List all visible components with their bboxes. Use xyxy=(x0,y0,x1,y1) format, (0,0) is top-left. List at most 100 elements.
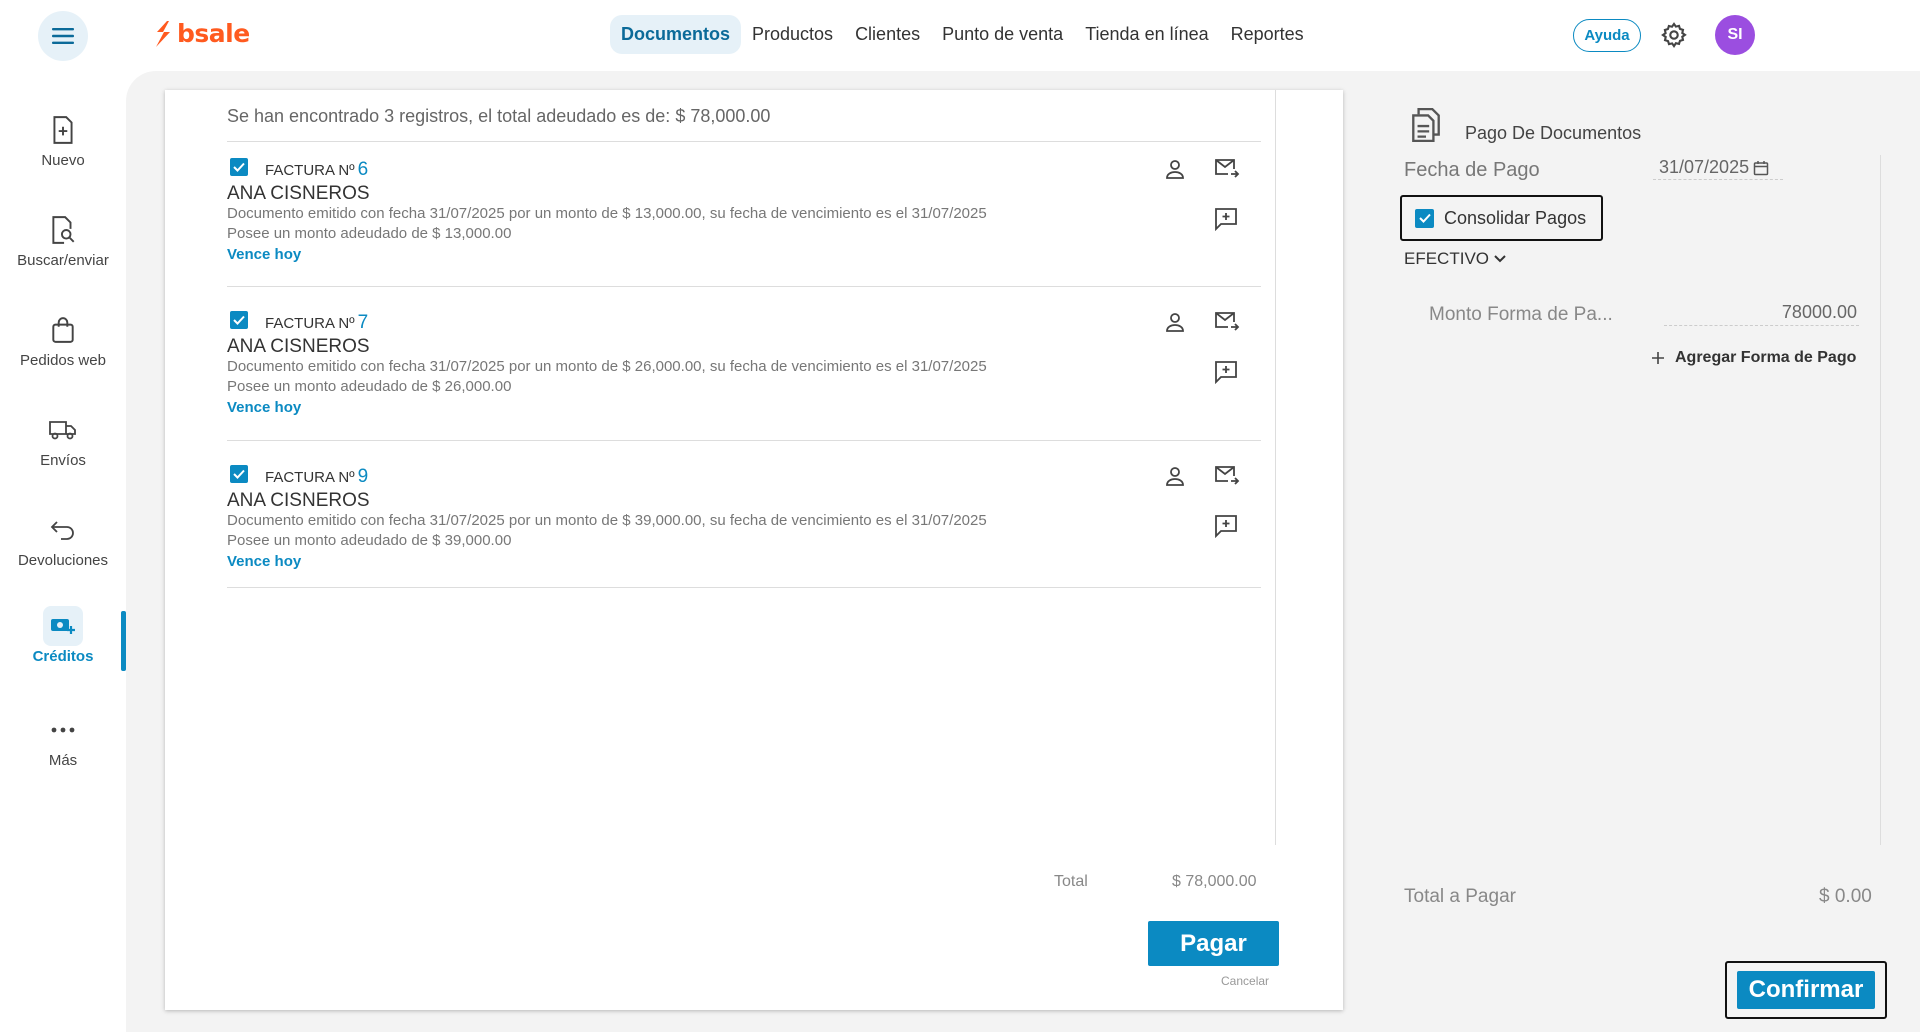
hamburger-icon xyxy=(52,28,74,44)
due-status-link[interactable]: Vence hoy xyxy=(227,399,301,416)
add-comment-button[interactable] xyxy=(1214,207,1238,236)
nav-tienda-en-linea[interactable]: Tienda en línea xyxy=(1074,15,1219,54)
check-icon xyxy=(233,469,245,479)
sidebar-item-label: Buscar/enviar xyxy=(17,252,109,269)
nav-reportes[interactable]: Reportes xyxy=(1220,15,1315,54)
divider xyxy=(227,141,1261,142)
user-icon xyxy=(1166,467,1184,486)
consolidate-label: Consolidar Pagos xyxy=(1444,207,1587,228)
undo-icon xyxy=(50,521,74,540)
top-navigation: Documentos Productos Clientes Punto de v… xyxy=(610,15,1315,54)
owed-amount: Posee un monto adeudado de $ 13,000.00 xyxy=(227,225,512,242)
document-number: 9 xyxy=(357,466,369,487)
pay-button[interactable]: Pagar xyxy=(1148,921,1279,966)
nav-clientes[interactable]: Clientes xyxy=(844,15,931,54)
sidebar-item-mas[interactable]: Más xyxy=(0,714,126,769)
cancel-link[interactable]: Cancelar xyxy=(1221,974,1269,988)
document-checkbox[interactable] xyxy=(230,311,248,329)
mail-forward-icon xyxy=(1215,466,1240,485)
total-label: Total xyxy=(1054,873,1088,890)
add-comment-button[interactable] xyxy=(1214,514,1238,543)
divider xyxy=(227,286,1261,287)
truck-icon xyxy=(49,421,76,440)
payment-amount-label: Monto Forma de Pa... xyxy=(1429,304,1613,325)
bsale-logo-icon xyxy=(156,20,170,47)
document-type: FACTURA Nº 7 xyxy=(265,312,369,333)
mail-forward-icon xyxy=(1215,312,1240,331)
help-button[interactable]: Ayuda xyxy=(1573,19,1641,52)
nav-documentos[interactable]: Documentos xyxy=(610,15,742,54)
sidebar-item-label: Créditos xyxy=(32,648,94,665)
document-checkbox[interactable] xyxy=(230,158,248,176)
nav-punto-de-venta[interactable]: Punto de venta xyxy=(931,15,1074,54)
comment-plus-icon xyxy=(1215,515,1237,539)
client-button[interactable] xyxy=(1164,311,1186,338)
client-name: ANA CISNEROS xyxy=(227,183,370,204)
more-dots-icon xyxy=(51,727,75,733)
send-email-button[interactable] xyxy=(1214,464,1240,491)
mail-forward-icon xyxy=(1215,159,1240,178)
document-number: 7 xyxy=(357,312,369,333)
send-email-button[interactable] xyxy=(1214,157,1240,184)
user-avatar[interactable]: SI xyxy=(1715,15,1755,55)
user-icon xyxy=(1166,160,1184,179)
document-description: Documento emitido con fecha 31/07/2025 p… xyxy=(227,512,987,529)
sidebar-item-buscar-enviar[interactable]: Buscar/enviar xyxy=(0,214,126,269)
sidebar-item-label: Nuevo xyxy=(41,152,85,169)
document-type: FACTURA Nº 6 xyxy=(265,159,369,180)
consolidate-check xyxy=(1415,208,1434,228)
comment-plus-icon xyxy=(1215,208,1237,232)
check-icon xyxy=(233,162,245,172)
file-plus-icon xyxy=(53,116,73,144)
due-status-link[interactable]: Vence hoy xyxy=(227,246,301,263)
payment-amount-field[interactable]: 78000.00 xyxy=(1664,298,1859,326)
comment-plus-icon xyxy=(1215,361,1237,385)
document-number: 6 xyxy=(357,159,369,180)
sidebar-item-devoluciones[interactable]: Devoluciones xyxy=(0,514,126,569)
user-icon xyxy=(1166,313,1184,332)
check-icon xyxy=(233,315,245,325)
payment-date-value: 31/07/2025 xyxy=(1659,157,1750,177)
document-checkbox[interactable] xyxy=(230,465,248,483)
add-payment-method-button[interactable]: Agregar Forma de Pago xyxy=(1651,349,1856,367)
document-type: FACTURA Nº 9 xyxy=(265,466,369,487)
hamburger-menu-button[interactable] xyxy=(38,11,88,61)
calendar-icon xyxy=(1753,160,1769,175)
sidebar-item-creditos[interactable]: Créditos xyxy=(0,606,126,665)
logo-text: bsale xyxy=(177,19,250,48)
payment-title: Pago De Documentos xyxy=(1465,123,1642,143)
sidebar-item-label: Pedidos web xyxy=(20,352,106,369)
payment-date-field[interactable]: 31/07/2025 xyxy=(1653,156,1783,180)
sidebar-item-label: Devoluciones xyxy=(17,552,109,569)
client-button[interactable] xyxy=(1164,158,1186,185)
cash-plus-icon xyxy=(51,619,75,634)
payment-date-label: Fecha de Pago xyxy=(1404,159,1540,181)
confirm-button[interactable]: Confirmar xyxy=(1737,971,1875,1009)
payment-method-dropdown[interactable]: EFECTIVO xyxy=(1404,249,1507,269)
client-name: ANA CISNEROS xyxy=(227,336,370,357)
plus-icon xyxy=(1652,352,1664,364)
consolidate-payments-checkbox[interactable]: Consolidar Pagos xyxy=(1400,195,1603,241)
send-email-button[interactable] xyxy=(1214,310,1240,337)
nav-productos[interactable]: Productos xyxy=(741,15,844,54)
due-status-link[interactable]: Vence hoy xyxy=(227,553,301,570)
owed-amount: Posee un monto adeudado de $ 26,000.00 xyxy=(227,378,512,395)
sidebar-item-envios[interactable]: Envíos xyxy=(0,414,126,469)
bsale-logo[interactable]: bsale xyxy=(153,19,250,48)
divider xyxy=(227,440,1261,441)
gear-icon xyxy=(1661,22,1687,48)
client-name: ANA CISNEROS xyxy=(227,490,370,511)
sidebar-active-indicator xyxy=(121,611,126,671)
add-comment-button[interactable] xyxy=(1214,360,1238,389)
settings-button[interactable] xyxy=(1660,21,1688,54)
file-search-icon xyxy=(52,216,75,244)
total-to-pay-label: Total a Pagar xyxy=(1404,886,1516,907)
total-to-pay-value: $ 0.00 xyxy=(1819,886,1872,907)
owed-amount: Posee un monto adeudado de $ 39,000.00 xyxy=(227,532,512,549)
confirm-button-focus[interactable]: Confirmar xyxy=(1725,961,1887,1019)
sidebar-item-nuevo[interactable]: Nuevo xyxy=(0,114,126,169)
records-summary: Se han encontrado 3 registros, el total … xyxy=(227,106,771,126)
document-description: Documento emitido con fecha 31/07/2025 p… xyxy=(227,358,987,375)
client-button[interactable] xyxy=(1164,465,1186,492)
sidebar-item-pedidos-web[interactable]: Pedidos web xyxy=(0,314,126,369)
